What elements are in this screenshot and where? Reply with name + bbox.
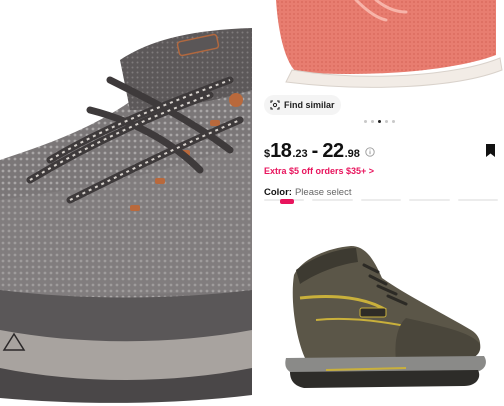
product-image-coral-shoe[interactable] xyxy=(256,0,504,92)
carousel-indicator xyxy=(364,120,395,123)
price-low-int: 18 xyxy=(270,140,292,162)
coral-knit-shoe xyxy=(276,0,503,88)
camera-scan-icon xyxy=(270,100,280,110)
olive-hiking-boot xyxy=(285,246,486,388)
price-range: $ 18 .23 - 22 .98 xyxy=(264,140,360,163)
carousel-dot-active[interactable] xyxy=(378,120,381,123)
price-separator: - xyxy=(311,140,319,162)
bookmark-icon[interactable] xyxy=(485,144,496,157)
color-swatch-strip[interactable] xyxy=(264,199,499,205)
carousel-dot[interactable] xyxy=(371,120,374,123)
color-swatch[interactable] xyxy=(409,199,450,201)
carousel-dot[interactable] xyxy=(364,120,367,123)
product-detail-panel: Find similar $ 18 .23 - 22 .98 Extra $5 … xyxy=(256,0,504,406)
find-similar-label: Find similar xyxy=(284,100,335,110)
price-low-dec: .23 xyxy=(292,148,308,160)
find-similar-button[interactable]: Find similar xyxy=(264,95,341,115)
carousel-dot[interactable] xyxy=(385,120,388,123)
product-image-boot[interactable] xyxy=(256,220,504,406)
color-label: Color: xyxy=(264,187,292,198)
gray-hiking-shoe-closeup xyxy=(0,28,252,403)
hot-badge xyxy=(280,199,294,204)
color-swatch[interactable] xyxy=(312,199,353,201)
color-selector-label: Color: Please select xyxy=(264,187,351,198)
color-swatch[interactable] xyxy=(457,199,499,201)
color-value: Please select xyxy=(294,187,352,198)
carousel-dot[interactable] xyxy=(392,120,395,123)
promo-banner[interactable]: Extra $5 off orders $35+ > xyxy=(264,166,374,176)
price-high-dec: .98 xyxy=(344,148,360,160)
info-icon[interactable] xyxy=(365,147,375,157)
product-image-main[interactable] xyxy=(0,0,252,406)
color-swatch[interactable] xyxy=(360,199,402,201)
price-row: $ 18 .23 - 22 .98 xyxy=(264,140,498,164)
price-high-int: 22 xyxy=(322,140,344,162)
